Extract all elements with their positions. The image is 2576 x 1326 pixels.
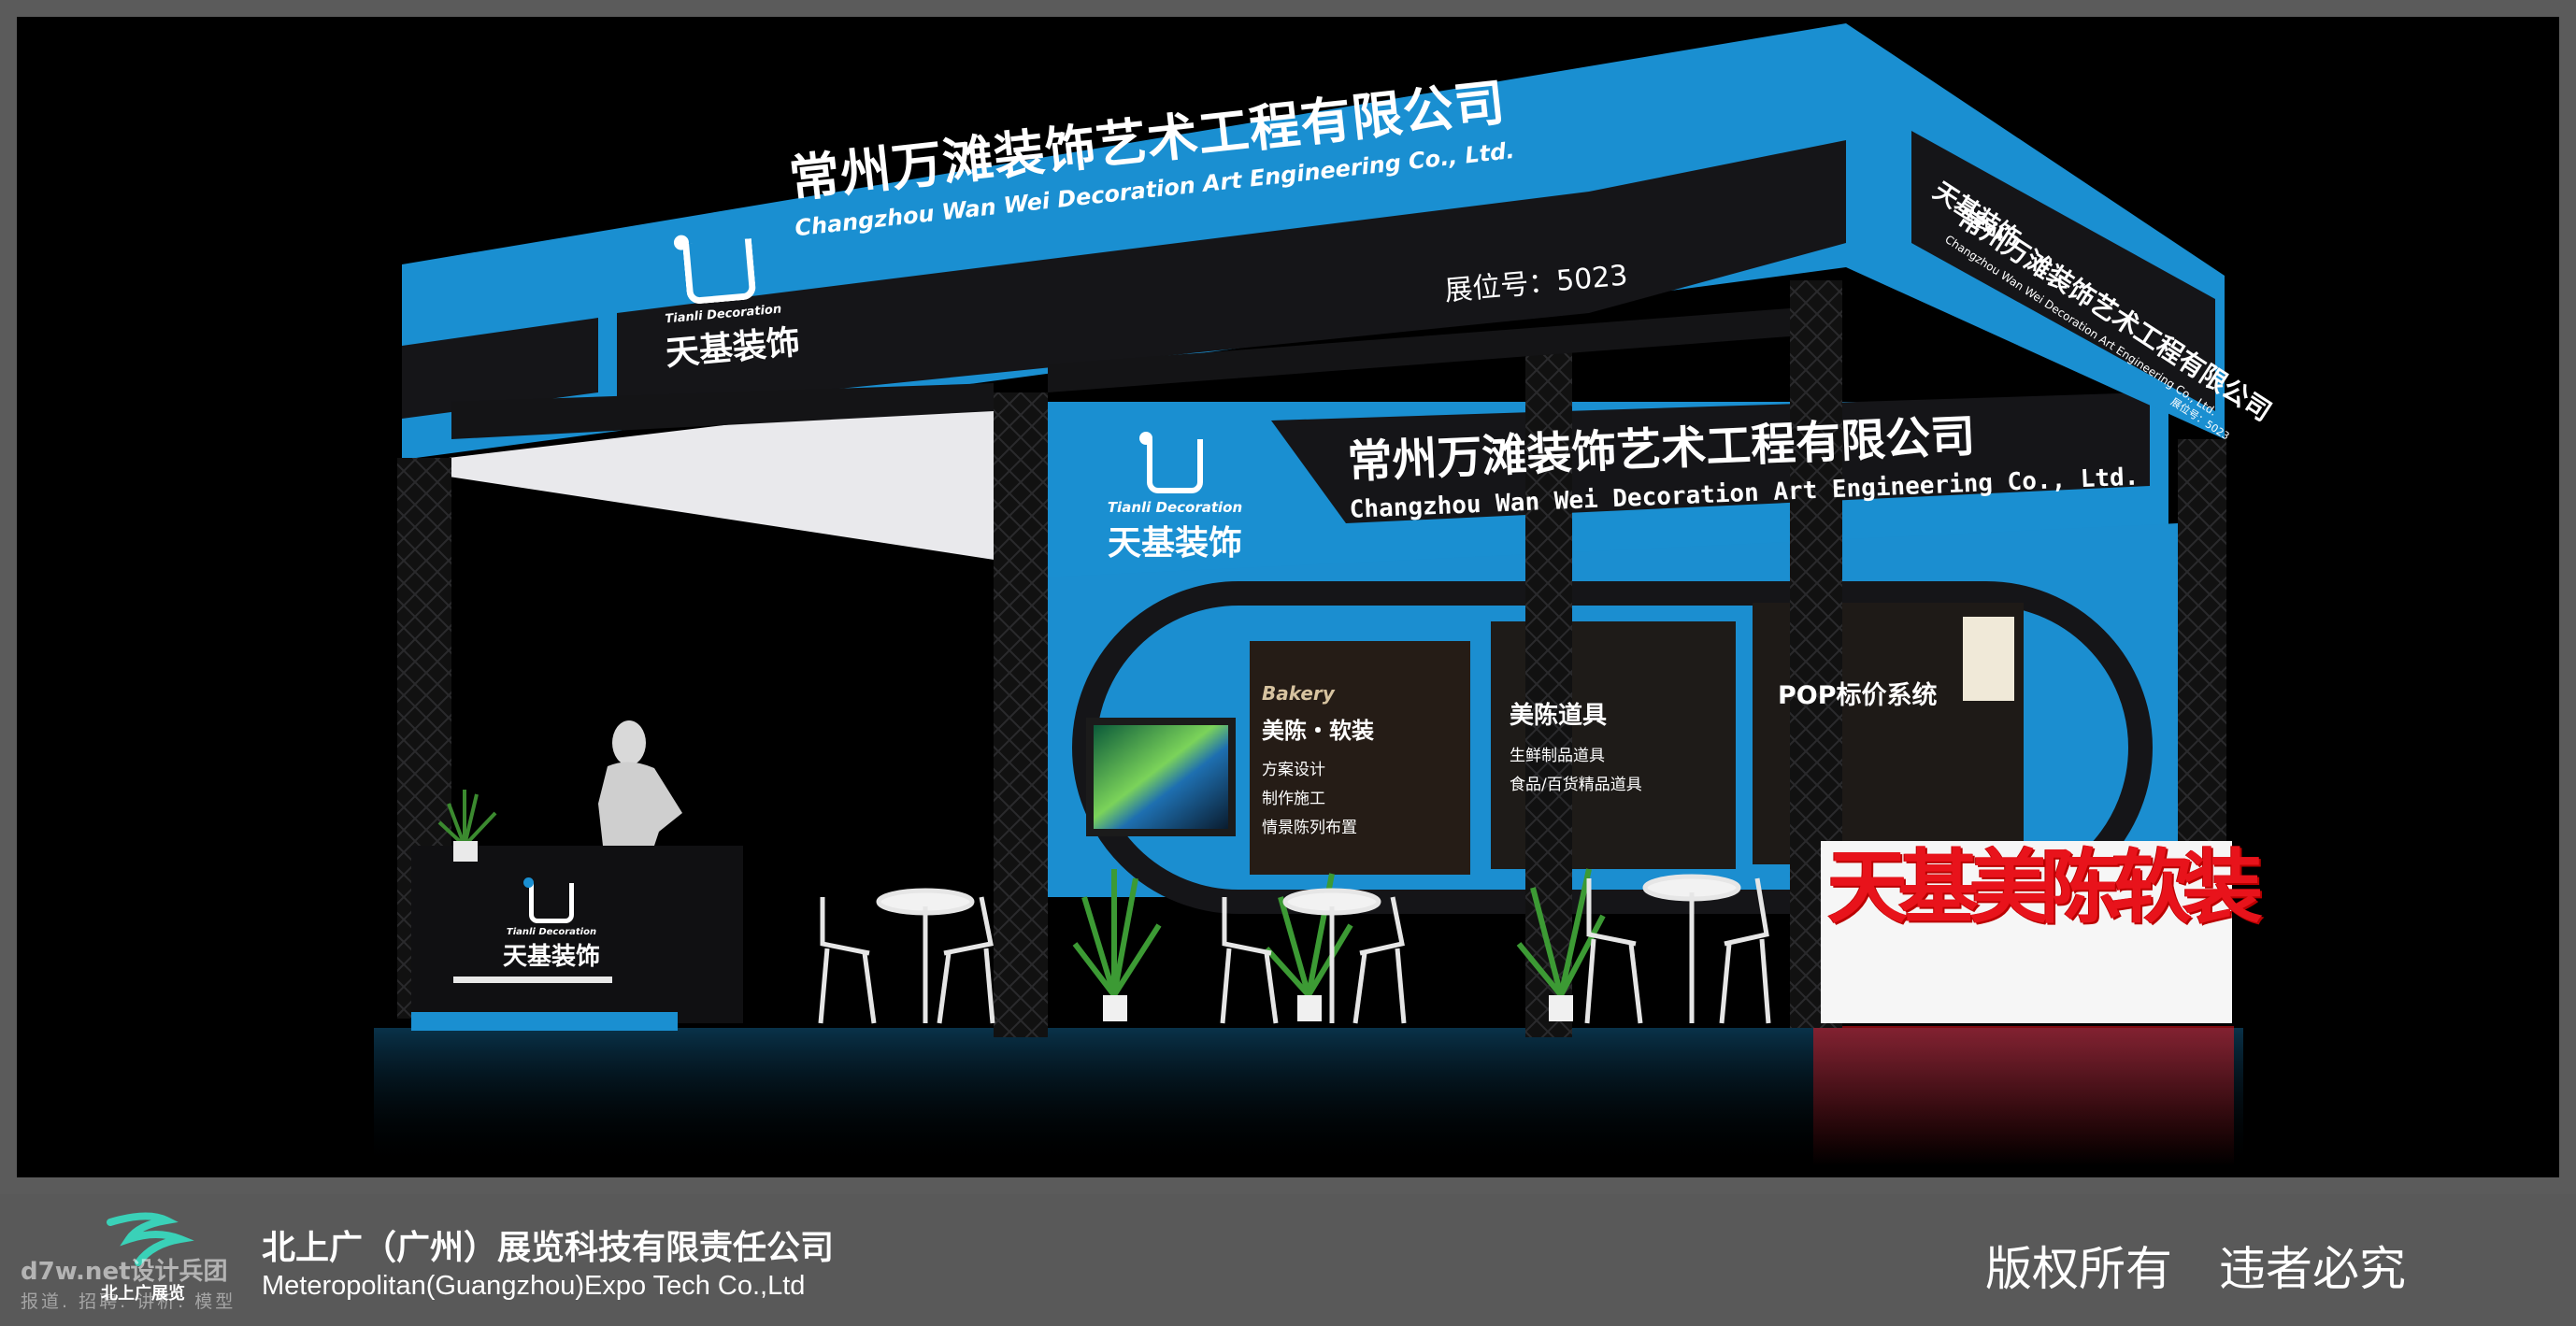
photo-panel-2: 美陈道具 生鲜制品道具 食品/百货精品道具 <box>1510 696 1729 794</box>
booth-rendering: 常州万滩装饰艺术工程有限公司 Changzhou Wan Wei Decorat… <box>0 0 2576 1326</box>
panel-2-line-1: 生鲜制品道具 <box>1510 747 1605 765</box>
photo-panel-3: POP标价系统 <box>1778 675 1983 711</box>
footer-company-cn: 北上广（广州）展览科技有限责任公司 <box>262 1229 835 1267</box>
panel-1-line-1: 方案设计 <box>1262 761 1325 779</box>
panel-3-title: POP标价系统 <box>1778 681 1938 710</box>
logo-mark-icon <box>673 234 757 306</box>
tv-screen <box>1094 725 1228 829</box>
panel-1-title: 美陈・软装 <box>1262 718 1374 744</box>
wall-logo: Tianli Decoration 天基装饰 <box>1105 432 1245 564</box>
wall-logo-mark-icon <box>1139 432 1203 493</box>
wall-logo-cn: 天基装饰 <box>1107 524 1242 563</box>
reception-logo-mark-icon <box>523 877 574 923</box>
footer-company-en: Meteropolitan(Guangzhou)Expo Tech Co.,Lt… <box>262 1271 806 1301</box>
reception-logo: Tianli Decoration 天基装饰 <box>486 877 617 972</box>
red-signage: 天基美陈软装 <box>1827 841 2263 934</box>
panel-2-line-2: 食品/百货精品道具 <box>1510 776 1642 794</box>
panel-1-title-en: Bakery <box>1262 682 1335 705</box>
fascia-logo: Tianli Decoration 天基装饰 <box>656 234 802 376</box>
footer-copyright: 版权所有 违者必究 <box>1985 1242 2406 1296</box>
footer-watermark-sub: 报道. 招聘. 讲析. 模型 <box>21 1291 236 1312</box>
panel-2-title: 美陈道具 <box>1510 702 1608 730</box>
mannequin <box>612 720 646 765</box>
reception-logo-cn: 天基装饰 <box>502 943 600 971</box>
reception-logo-en: Tianli Decoration <box>506 927 597 937</box>
panel-1-line-2: 制作施工 <box>1262 790 1325 808</box>
footer: 北上广展览 d7w.net设计兵团 报道. 招聘. 讲析. 模型 北上广（广州）… <box>0 1194 2576 1326</box>
photo-panel-1: Bakery 美陈・软装 方案设计 制作施工 情景陈列布置 <box>1262 682 1463 837</box>
footer-watermark-site: d7w.net设计兵团 <box>21 1258 228 1286</box>
panel-1-line-3: 情景陈列布置 <box>1262 819 1357 837</box>
signage-reflection <box>1813 1026 2234 1166</box>
wall-logo-en: Tianli Decoration <box>1107 499 1243 516</box>
